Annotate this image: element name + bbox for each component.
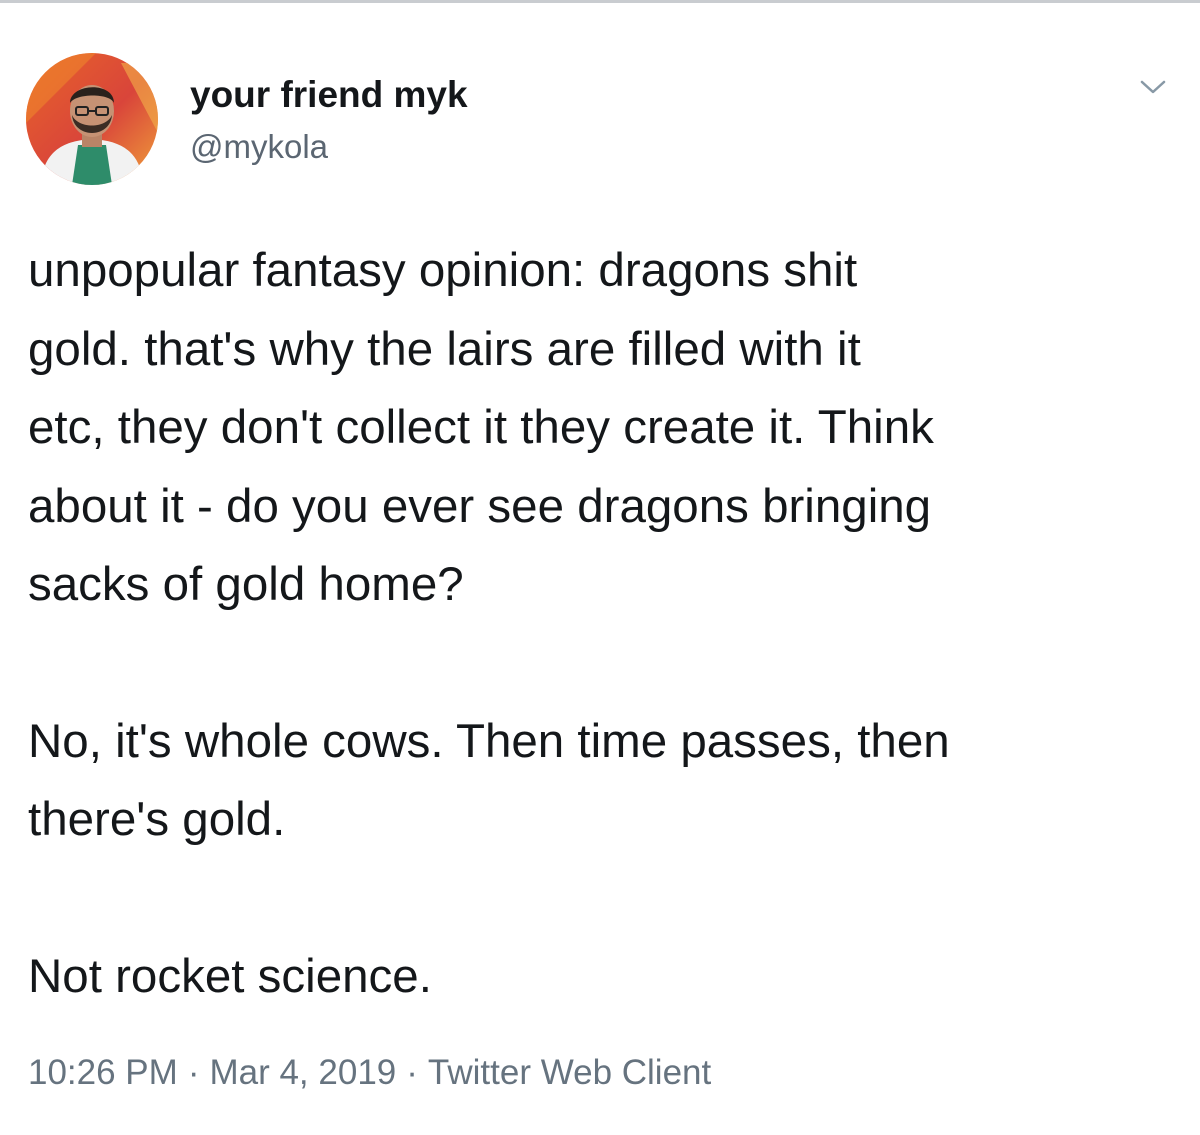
tweet-line: Not rocket science. [28,949,432,1003]
tweet-card: your friend myk @mykola unpopular fantas… [0,0,1200,1135]
tweet-line: gold. that's why the lairs are filled wi… [28,322,861,376]
tweet-line: etc, they don't collect it they create i… [28,401,934,454]
tweet-line: sacks of gold home? [28,558,464,611]
tweet-text: unpopular fantasy opinion: dragons shit … [28,232,1188,1016]
user-handle[interactable]: @mykola [190,128,328,166]
meta-separator: · [187,1053,200,1092]
tweet-meta: 10:26 PM · Mar 4, 2019 · Twitter Web Client [28,1053,711,1093]
tweet-line: unpopular fantasy opinion: dragons shit [28,244,858,297]
tweet-paragraph: Not rocket science. [28,938,1188,1017]
tweet-date[interactable]: Mar 4, 2019 [209,1053,396,1092]
avatar[interactable] [26,53,158,185]
tweet-line: there's gold. [28,793,286,846]
tweet-client[interactable]: Twitter Web Client [428,1053,711,1092]
tweet-line: about it - do you ever see dragons bring… [28,479,932,533]
tweet-paragraph: No, it's whole cows. Then time passes, t… [28,703,1188,860]
chevron-down-icon[interactable] [1133,72,1173,102]
tweet-paragraph: unpopular fantasy opinion: dragons shit … [28,232,1188,625]
display-name[interactable]: your friend myk [190,74,468,116]
meta-separator: · [406,1053,418,1092]
tweet-line: No, it's whole cows. Then time passes, t… [28,714,950,768]
avatar-image [26,53,158,185]
tweet-time[interactable]: 10:26 PM [28,1053,178,1092]
